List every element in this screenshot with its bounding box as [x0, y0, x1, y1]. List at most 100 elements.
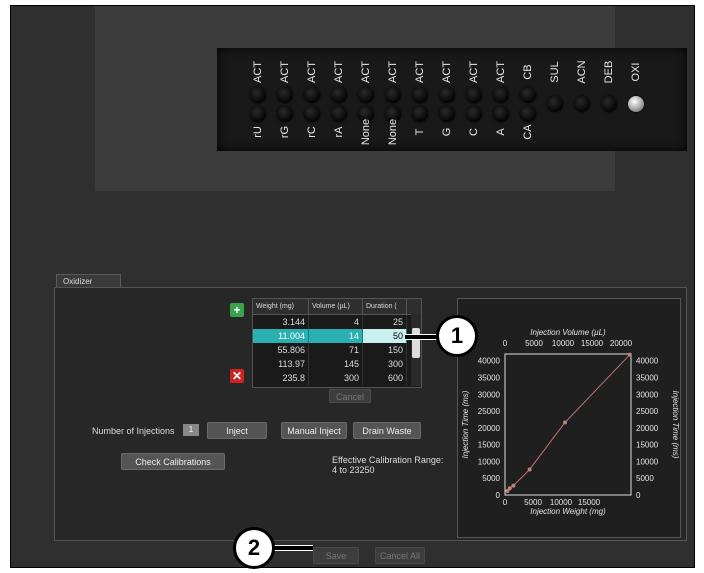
y-tick-label: 5000 [482, 474, 500, 483]
bottle-position[interactable] [520, 87, 536, 103]
bottle-position[interactable] [331, 87, 347, 103]
y-axis-label: Injection Time (ms) [461, 390, 470, 458]
y-right-tick-label: 20000 [636, 424, 659, 433]
table-cell[interactable]: 55.806 [253, 343, 309, 357]
rack-top-label: OXI [630, 62, 642, 82]
bottle-position[interactable] [547, 96, 563, 112]
rack-column: SUL [542, 48, 568, 151]
rack-top-label: SUL [549, 61, 561, 83]
bottle-position[interactable] [628, 96, 644, 112]
rack-bottom-label: None [360, 118, 372, 146]
table-row[interactable]: 113.97 145 300 [253, 357, 421, 371]
save-button[interactable]: Save [313, 547, 359, 564]
bottle-position[interactable] [466, 87, 482, 103]
bottle-position[interactable] [412, 106, 428, 122]
cancel-button[interactable]: Cancel [329, 389, 371, 403]
table-cell[interactable]: 50 [363, 329, 407, 343]
rack-top-label: ACT [495, 61, 507, 83]
column-header-weight[interactable]: Weight (mg) [253, 299, 309, 314]
rack-column: DEB [596, 48, 622, 151]
table-cell[interactable]: 300 [309, 371, 363, 385]
bottle-position[interactable] [250, 106, 266, 122]
rack-top-label: CB [522, 64, 534, 80]
table-cell[interactable]: 4 [309, 315, 363, 329]
injections-label: Number of Injections [92, 426, 175, 436]
bottle-position[interactable] [601, 96, 617, 112]
bottle-position[interactable] [493, 87, 509, 103]
bottle-position[interactable] [277, 87, 293, 103]
rack-top-label: ACT [252, 61, 264, 83]
y-right-tick-label: 30000 [636, 390, 659, 399]
scrollbar-thumb[interactable] [412, 328, 420, 358]
chart-svg: Injection Volume (µL) 0 5000 10000 15000 2000… [461, 328, 680, 516]
table-cell[interactable]: 113.97 [253, 357, 309, 371]
table-cell[interactable]: 71 [309, 343, 363, 357]
table-cell[interactable]: 235.8 [253, 371, 309, 385]
tab-oxidizer[interactable]: Oxidizer [56, 274, 121, 288]
oxidizer-panel: + ✕ Weight (mg) Volume (µL) Duration ( 3… [54, 287, 687, 541]
x-axis-label: Injection Weight (mg) [530, 507, 606, 516]
rack-top-label: ACT [306, 61, 318, 83]
bottle-position[interactable] [412, 87, 428, 103]
table-cell[interactable]: 11.004 [253, 329, 309, 343]
bottle-position[interactable] [466, 106, 482, 122]
bottle-position[interactable] [385, 87, 401, 103]
table-cell[interactable]: 300 [363, 357, 407, 371]
add-row-button[interactable]: + [230, 303, 244, 317]
table-cell[interactable]: 145 [309, 357, 363, 371]
table-row[interactable]: 55.806 71 150 [253, 343, 421, 357]
app-window: ACT rU ACT rG ACT rC ACT rA ACT None ACT None ACT T AC… [10, 5, 695, 568]
rack-column: ACT rA [326, 48, 352, 151]
cancel-all-button[interactable]: Cancel All [375, 547, 425, 564]
rack-column: ACN [569, 48, 595, 151]
bottle-position[interactable] [331, 106, 347, 122]
rack-top-label: ACT [441, 61, 453, 83]
plot-area [504, 353, 632, 496]
rack-column: CB CA [515, 48, 541, 151]
y-right-tick-label: 15000 [636, 441, 659, 450]
rack-bottom-label: A [495, 128, 507, 136]
check-calibrations-button[interactable]: Check Calibrations [121, 453, 225, 470]
rack-column: ACT T [407, 48, 433, 151]
column-header-duration[interactable]: Duration ( [363, 299, 407, 314]
callout-2: 2 [233, 527, 275, 569]
rack-top-label: ACT [333, 61, 345, 83]
calibration-table: Weight (mg) Volume (µL) Duration ( 3.144… [252, 298, 422, 388]
table-cell[interactable]: 25 [363, 315, 407, 329]
table-row[interactable]: 235.8 300 600 [253, 371, 421, 385]
remove-row-button[interactable]: ✕ [230, 369, 244, 383]
rack-top-label: ACT [279, 61, 291, 83]
table-row[interactable]: 11.004 14 50 [253, 329, 421, 343]
y-tick-label: 0 [496, 491, 501, 500]
chart-title: Injection Volume (µL) [530, 328, 606, 337]
bottle-position[interactable] [439, 106, 455, 122]
bottle-position[interactable] [358, 87, 374, 103]
y-right-tick-label: 10000 [636, 457, 659, 466]
inject-button[interactable]: Inject [207, 422, 267, 439]
bottle-position[interactable] [304, 87, 320, 103]
table-cell[interactable]: 14 [309, 329, 363, 343]
injections-input[interactable]: 1 [183, 424, 199, 436]
table-cell[interactable]: 3.144 [253, 315, 309, 329]
drain-waste-button[interactable]: Drain Waste [353, 422, 421, 439]
y-tick-label: 10000 [478, 457, 501, 466]
table-scrollbar[interactable] [411, 314, 421, 386]
fit-line [507, 354, 631, 492]
bottle-position[interactable] [493, 106, 509, 122]
bottle-position[interactable] [574, 96, 590, 112]
column-header-volume[interactable]: Volume (µL) [309, 299, 363, 314]
table-cell[interactable]: 150 [363, 343, 407, 357]
table-row[interactable]: 3.144 4 25 [253, 315, 421, 329]
manual-inject-button[interactable]: Manual Inject [281, 422, 347, 439]
rack-bottom-label: rA [333, 126, 345, 138]
bottle-position[interactable] [439, 87, 455, 103]
bottle-position[interactable] [250, 87, 266, 103]
rack-column: ACT rG [272, 48, 298, 151]
table-cell[interactable]: 600 [363, 371, 407, 385]
bottle-position[interactable] [520, 106, 536, 122]
top-tick-label: 15000 [581, 339, 604, 348]
top-tick-label: 20000 [610, 339, 633, 348]
bottle-position[interactable] [277, 106, 293, 122]
callout-2-line [273, 545, 313, 551]
bottle-position[interactable] [304, 106, 320, 122]
